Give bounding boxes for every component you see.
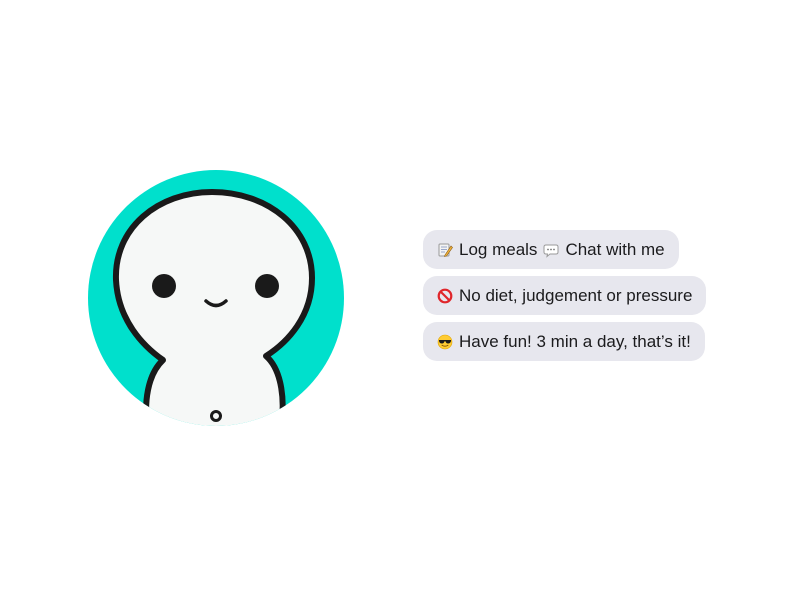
chat-bubble: Log meals Chat with me [423, 230, 679, 269]
message-text-log-meals: Log meals [459, 240, 538, 259]
message-text-chat-with-me: Chat with me [565, 240, 665, 259]
belly-button [210, 410, 222, 422]
no-entry-icon [437, 288, 453, 304]
right-eye [255, 274, 279, 298]
sunglasses-face-icon [437, 334, 453, 350]
mascot-body [112, 189, 315, 426]
message-text-no-diet: No diet, judgement or pressure [459, 286, 693, 305]
memo-pencil-icon [437, 242, 453, 258]
left-eye [152, 274, 176, 298]
chat-bubble-list: Log meals Chat with me No diet, judgemen… [423, 230, 707, 361]
smiling-mascot-icon [88, 170, 344, 426]
chat-bubble: Have fun! 3 min a day, that’s it! [423, 322, 705, 361]
chat-bubble: No diet, judgement or pressure [423, 276, 707, 315]
message-text-have-fun: Have fun! 3 min a day, that’s it! [459, 332, 691, 351]
speech-bubble-icon [543, 242, 559, 258]
mascot-avatar [88, 170, 344, 426]
